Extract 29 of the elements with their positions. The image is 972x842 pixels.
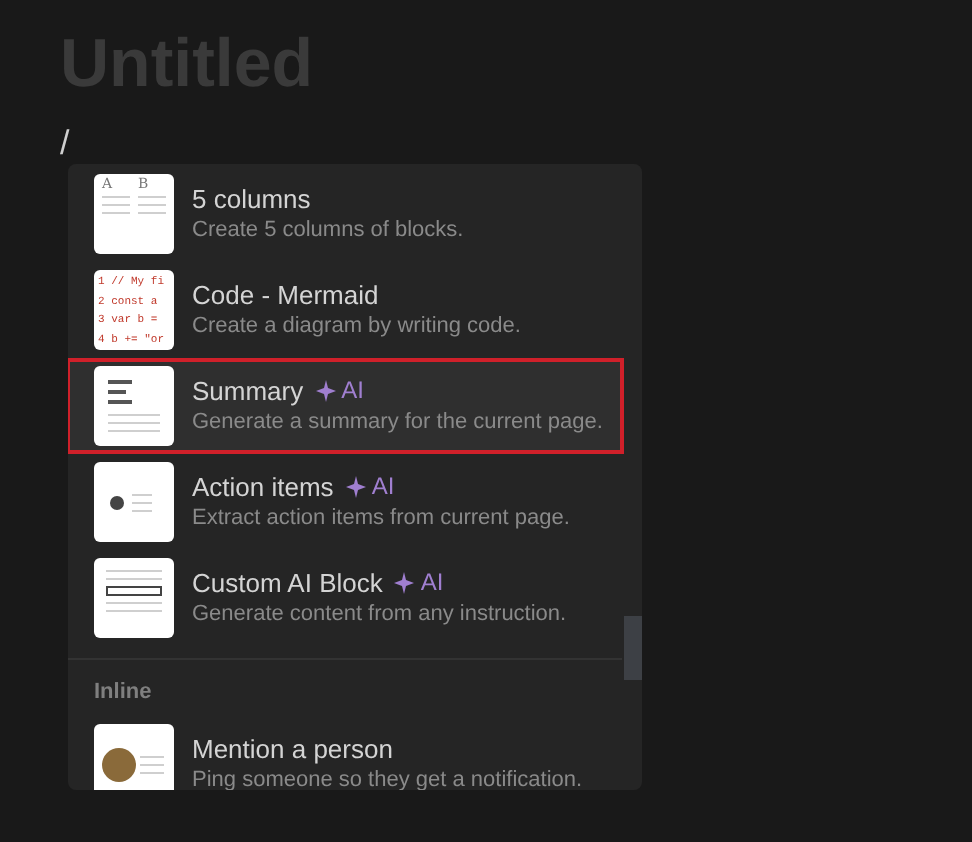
item-description: Generate content from any instruction.	[192, 600, 567, 630]
item-title: Summary	[192, 374, 304, 408]
menu-item[interactable]: Summary AI Generate a summary for the current page.	[68, 358, 624, 454]
mention-thumbnail	[94, 724, 174, 790]
item-description: Extract action items from current page.	[192, 504, 570, 534]
summary-thumbnail	[94, 366, 174, 446]
menu-item[interactable]: Mention a person Ping someone so they get a notification.	[68, 716, 624, 790]
item-title: 5 columns	[192, 182, 311, 216]
custom-block-thumbnail	[94, 558, 174, 638]
ai-label: AI	[371, 470, 395, 504]
editor-text[interactable]: /	[60, 124, 972, 164]
menu-item[interactable]: Action items AI Extract action items from current page.	[68, 454, 624, 550]
sparkle-icon	[394, 572, 415, 594]
item-description: Generate a summary for the current page.	[192, 408, 596, 438]
item-title: Action items	[192, 470, 334, 504]
item-title: Custom AI Block	[192, 566, 383, 600]
sparkle-icon	[315, 380, 336, 402]
item-title: Code - Mermaid	[192, 278, 379, 312]
sparkle-icon	[345, 476, 366, 498]
section-heading: Inline	[92, 678, 154, 708]
item-description: Ping someone so they get a notification.	[192, 766, 583, 790]
menu-item[interactable]: Custom AI Block AI Generate content from any instruction.	[68, 550, 624, 646]
item-title: Mention a person	[192, 732, 393, 766]
action-items-thumbnail	[94, 462, 174, 542]
scrollbar-thumb[interactable]	[624, 616, 642, 680]
ai-label: AI	[341, 374, 364, 408]
ai-label: AI	[420, 566, 444, 600]
item-description: Create a diagram by writing code.	[192, 312, 521, 342]
item-description: Create 5 columns of blocks.	[192, 216, 464, 246]
